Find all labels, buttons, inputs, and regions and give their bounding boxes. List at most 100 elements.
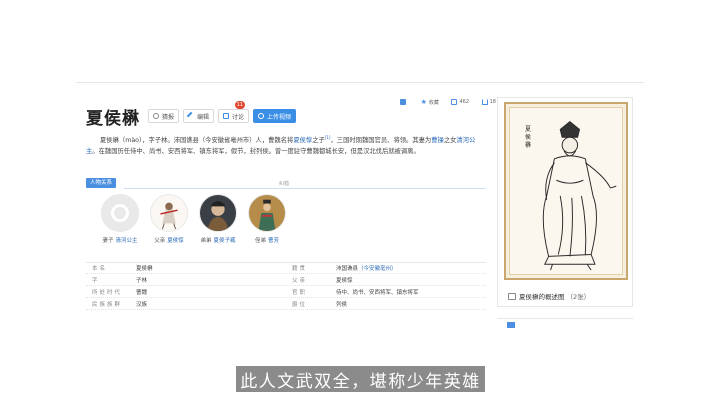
next-section-icon [507, 322, 515, 328]
share-button[interactable]: 18 [481, 99, 496, 105]
edit-button[interactable]: 编辑 [183, 109, 215, 123]
summary-picture-count: （2张） [566, 293, 591, 301]
side-divider [497, 318, 633, 319]
summary-text: 之女 [443, 137, 457, 145]
edit-label: 编辑 [197, 113, 210, 121]
relation-role: 父亲 [154, 238, 166, 244]
link-cao-cao[interactable]: 曹操 [431, 137, 444, 144]
relation-label: 侄弟 曹芳 [255, 236, 279, 244]
default-avatar-icon [111, 204, 129, 222]
portrait-caption: 夏侯楙 [525, 126, 532, 149]
like-button[interactable]: 462 [451, 99, 469, 105]
table-row: 所处时代 曹魏 官职 侍中、尚书、安西将军、镇东将军 [86, 286, 486, 298]
avatar[interactable] [199, 194, 237, 232]
report-button[interactable]: 猜报 [148, 109, 180, 123]
table-row: 字 子林 父亲 夏侯惇 [86, 274, 486, 286]
summary-picture-card: 夏侯楙 夏侯楙的概述图 （2张） [497, 97, 633, 307]
stats-bar: ★ 收藏 462 18 [400, 98, 496, 106]
relation-label: 妻子 清河公主 [102, 236, 137, 244]
chat-icon [223, 113, 230, 119]
info-value: 侍中、尚书、安西将军、镇东将军 [336, 288, 486, 296]
avatar[interactable] [150, 194, 188, 232]
relations-tag[interactable]: 人物关系 [86, 178, 117, 188]
top-divider [76, 82, 644, 83]
bookmark-button[interactable] [400, 99, 408, 105]
relation-item[interactable]: 侄弟 曹芳 [243, 194, 291, 244]
info-value: 列侯 [336, 300, 486, 308]
relation-name[interactable]: 清河公主 [116, 238, 138, 244]
info-value-text: 列侯 [336, 301, 348, 308]
share-icon [481, 99, 488, 105]
summary-picture-link[interactable]: 夏侯楙的概述图 （2张） [508, 291, 590, 301]
report-label: 猜报 [162, 113, 175, 121]
relation-name[interactable]: 夏侯惇 [167, 238, 184, 244]
info-value: 曹魏 [136, 289, 148, 296]
info-value-text: 侍中、尚书、安西将军、镇东将军 [336, 289, 419, 296]
discuss-badge: 11 [234, 101, 246, 109]
relation-item[interactable]: 妻子 清河公主 [96, 194, 144, 244]
info-key: 所处时代 [92, 289, 123, 296]
relation-label: 父亲 夏侯惇 [154, 236, 184, 244]
avatar[interactable] [248, 194, 286, 232]
collect-label: 收藏 [428, 99, 439, 106]
info-key: 父亲 [292, 277, 308, 284]
info-key: 民族族群 [92, 301, 123, 308]
thumbs-up-icon [451, 99, 458, 105]
scholar-portrait-icon [207, 201, 229, 231]
video-subtitle: 此人文武双全，堪称少年英雄 [236, 366, 485, 392]
table-row: 民族族群 汉族 爵位 列侯 [86, 298, 486, 310]
bookmark-icon [400, 99, 406, 105]
basic-info-table: 本名 夏侯楙 籍贯 沛国谯县（今安徽亳州） 字 子林 父亲 夏侯惇 所处时代 曹… [86, 262, 486, 310]
info-value-link[interactable]: （今安徽亳州） [358, 266, 397, 272]
avatar[interactable] [101, 194, 139, 232]
info-value: 子林 [136, 277, 148, 284]
collect-button[interactable]: ★ 收藏 [421, 98, 439, 106]
relation-role: 妻子 [102, 238, 114, 244]
summary-picture[interactable]: 夏侯楙 [504, 102, 628, 280]
entry-title: 夏侯楙 [86, 108, 140, 129]
pencil-icon [186, 111, 196, 121]
relation-name[interactable]: 夏侯子臧 [214, 238, 236, 244]
picture-icon [508, 292, 516, 300]
info-key: 官职 [292, 289, 308, 296]
summary-picture-label: 夏侯楙的概述图 [519, 293, 565, 301]
info-key: 字 [92, 277, 100, 284]
summary-text: 之子 [312, 137, 325, 145]
info-value: 汉族 [136, 301, 148, 308]
discuss-label: 讨论 [232, 113, 245, 121]
relation-item[interactable]: 弟弟 夏侯子臧 [194, 194, 242, 244]
relations-faded-label: 纠错 [279, 181, 290, 187]
play-icon [258, 113, 265, 119]
relation-item[interactable]: 父亲 夏侯惇 [145, 194, 193, 244]
star-icon: ★ [420, 98, 427, 106]
relation-name[interactable]: 曹芳 [268, 238, 279, 244]
like-count: 462 [459, 99, 470, 105]
subtitle-text: 此人文武双全，堪称少年英雄 [240, 371, 481, 392]
relations-header: 人物关系 纠错 [86, 178, 486, 189]
summary-text: 。在魏国历任侍中、尚书、安西将军、镇东将军，假节，封列侯。曾一度驻守曹魏都城长安… [92, 147, 420, 155]
relations-list: 妻子 清河公主 父亲 夏侯惇 弟弟 夏侯子臧 侄弟 曹芳 [96, 194, 292, 244]
discuss-button[interactable]: 讨论 11 [218, 101, 250, 123]
summary-text: ，三国时期魏国官员、将领。其妻为 [330, 137, 432, 145]
lemma-summary: 夏侯楙（mào），字子林。沛国谯县（今安徽省亳州市）人，曹魏名将夏侯惇之子[1]… [86, 133, 486, 157]
info-value-text: 夏侯惇 [336, 277, 353, 284]
summary-text: 夏侯楙（mào），字子林。沛国谯县（今安徽省亳州市）人，曹魏名将 [100, 137, 294, 145]
info-key: 籍贯 [292, 266, 308, 272]
info-value: 沛国谯县（今安徽亳州） [336, 264, 486, 272]
info-key: 爵位 [292, 301, 308, 308]
info-value: 夏侯楙 [136, 266, 153, 272]
report-icon [153, 113, 159, 119]
link-xiahou-dun[interactable]: 夏侯惇 [293, 137, 312, 144]
title-row: 夏侯楙 猜报 编辑 讨论 11 上传视频 [86, 101, 300, 129]
relation-role: 弟弟 [200, 238, 212, 244]
upload-video-label: 上传视频 [267, 113, 292, 121]
relation-role: 侄弟 [254, 238, 266, 244]
warrior-portrait-icon [160, 202, 178, 230]
upload-video-button[interactable]: 上传视频 [253, 109, 297, 123]
relations-divider [124, 188, 486, 189]
info-value: 夏侯惇 [336, 276, 486, 284]
share-count: 18 [489, 99, 496, 105]
relation-label: 弟弟 夏侯子臧 [200, 236, 235, 244]
emperor-portrait-icon [258, 199, 276, 231]
info-value-text: 沛国谯县 [336, 266, 359, 272]
